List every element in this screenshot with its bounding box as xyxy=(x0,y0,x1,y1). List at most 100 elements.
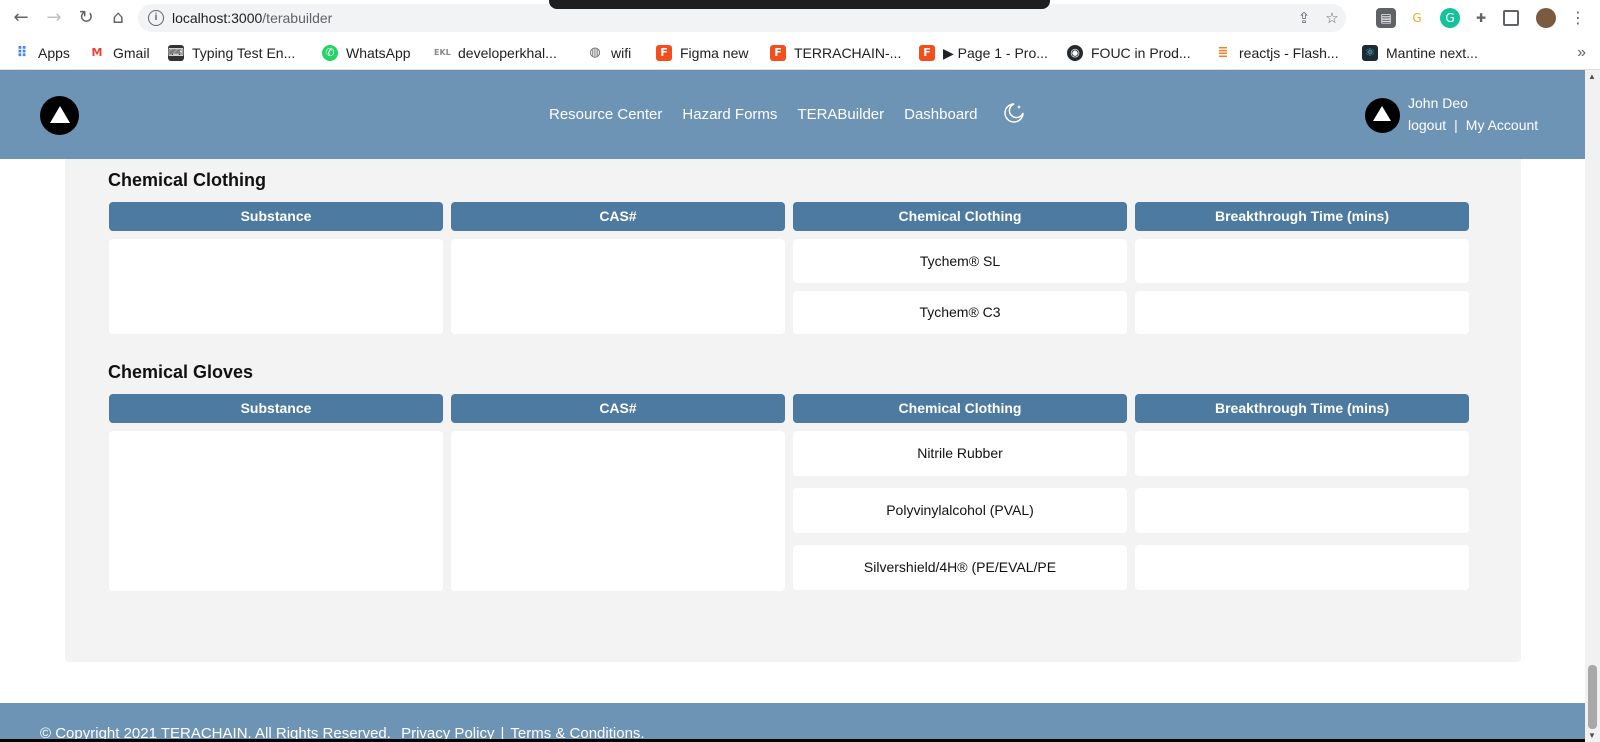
browser-toolbar: ← → ↻ ⌂ i localhost:3000/terabuilder ⇪ ☆… xyxy=(0,0,1600,36)
bookmark-figma-new[interactable]: F Figma new xyxy=(656,43,748,63)
bookmark-label: WhatsApp xyxy=(346,45,411,61)
logout-link[interactable]: logout xyxy=(1408,117,1446,133)
bookmark-star-icon[interactable]: ☆ xyxy=(1322,8,1342,28)
breakthrough-time-cell xyxy=(1135,545,1469,590)
user-avatar[interactable] xyxy=(1365,98,1400,133)
menu-kebab-icon[interactable]: ⋮ xyxy=(1568,8,1588,28)
globe-icon: ◍ xyxy=(589,45,601,60)
column-header-cas: CAS# xyxy=(451,394,785,423)
bookmark-label: Figma new xyxy=(680,45,749,61)
screen-notch xyxy=(549,0,1050,9)
bookmark-reactjs-flash[interactable]: ≣ reactjs - Flash... xyxy=(1215,43,1339,63)
apps-grid-icon: ⠿ xyxy=(16,45,28,61)
column-header-substance: Substance xyxy=(109,394,443,423)
scroll-thumb[interactable] xyxy=(1588,665,1597,729)
forward-arrow-icon[interactable]: → xyxy=(43,7,65,29)
extension-icon[interactable]: ▤ xyxy=(1376,8,1396,28)
column-header-cas: CAS# xyxy=(451,202,785,231)
user-links: logout | My Account xyxy=(1408,117,1538,133)
column-header-chemical-clothing: Chemical Clothing xyxy=(793,202,1127,231)
app-header: Resource Center Hazard Forms TERABuilder… xyxy=(0,70,1585,159)
material-cell: Silvershield/4H® (PE/EVAL/PE xyxy=(793,545,1127,590)
bookmark-terrachain[interactable]: F TERRACHAIN-... xyxy=(770,43,901,63)
figma-icon: F xyxy=(919,45,935,61)
puzzle-extensions-icon[interactable]: ✚ xyxy=(1471,8,1491,28)
main-nav: Resource Center Hazard Forms TERABuilder… xyxy=(549,106,978,123)
page-footer: © Copyright 2021 TERACHAIN. All Rights R… xyxy=(0,703,1585,742)
reload-icon[interactable]: ↻ xyxy=(75,7,97,29)
nav-resource-center[interactable]: Resource Center xyxy=(549,106,662,123)
material-cell: Tychem® C3 xyxy=(793,291,1127,334)
material-cell: Nitrile Rubber xyxy=(793,431,1127,476)
grammarly-icon[interactable]: G xyxy=(1440,8,1460,28)
stackoverflow-icon: ≣ xyxy=(1217,45,1229,60)
section-title-chemical-gloves: Chemical Gloves xyxy=(108,362,254,382)
breakthrough-time-cell xyxy=(1135,488,1469,533)
side-panel-icon[interactable] xyxy=(1503,10,1519,26)
bookmark-fouc[interactable]: ◉ FOUC in Prod... xyxy=(1067,43,1191,63)
cas-cell xyxy=(451,239,785,334)
home-icon[interactable]: ⌂ xyxy=(107,7,129,29)
scroll-up-arrow-icon[interactable]: ▲ xyxy=(1588,72,1596,81)
profile-avatar-icon[interactable] xyxy=(1536,8,1556,28)
nav-dashboard[interactable]: Dashboard xyxy=(904,106,977,123)
column-header-chemical-clothing: Chemical Clothing xyxy=(793,394,1127,423)
bookmark-gmail[interactable]: M Gmail xyxy=(89,43,150,63)
bookmark-page-1[interactable]: F ▶ Page 1 - Pro... xyxy=(919,43,1048,63)
scroll-down-arrow-icon[interactable]: ▼ xyxy=(1588,731,1596,740)
bookmark-mantine[interactable]: ⚛ Mantine next... xyxy=(1362,43,1478,63)
bookmark-label: Gmail xyxy=(113,45,150,61)
substance-cell xyxy=(109,239,443,334)
column-header-breakthrough-time: Breakthrough Time (mins) xyxy=(1135,394,1469,423)
bookmark-label: reactjs - Flash... xyxy=(1239,45,1339,61)
whatsapp-icon: ✆ xyxy=(322,45,338,61)
back-arrow-icon[interactable]: ← xyxy=(10,7,32,29)
grammarly-g-icon[interactable]: G xyxy=(1407,8,1427,28)
bookmark-label: developerkhal... xyxy=(458,45,557,61)
url-text[interactable]: localhost:3000/terabuilder xyxy=(172,10,332,26)
share-icon[interactable]: ⇪ xyxy=(1294,8,1314,28)
breakthrough-time-cell xyxy=(1135,239,1469,283)
cas-cell xyxy=(451,431,785,591)
bookmark-whatsapp[interactable]: ✆ WhatsApp xyxy=(322,43,411,63)
material-cell: Tychem® SL xyxy=(793,239,1127,283)
figma-icon: F xyxy=(770,45,786,61)
more-bookmarks-button[interactable]: » xyxy=(1577,44,1586,62)
bookmark-developerkhal[interactable]: EKL developerkhal... xyxy=(434,43,557,63)
column-header-breakthrough-time: Breakthrough Time (mins) xyxy=(1135,202,1469,231)
gmail-icon: M xyxy=(91,46,103,59)
breakthrough-time-cell xyxy=(1135,291,1469,334)
typing-test-icon: ⌨ xyxy=(168,45,184,61)
nav-terabuilder[interactable]: TERABuilder xyxy=(797,106,884,123)
ekhal-icon: EKL xyxy=(434,48,451,57)
dark-mode-moon-icon[interactable] xyxy=(1002,101,1026,125)
site-info-icon[interactable]: i xyxy=(148,10,164,26)
page-scrollbar[interactable]: ▲ ▼ xyxy=(1585,70,1600,742)
github-icon: ◉ xyxy=(1067,45,1083,61)
separator: | xyxy=(1454,117,1458,133)
breakthrough-time-cell xyxy=(1135,431,1469,476)
bookmark-label: Apps xyxy=(38,45,70,61)
material-cell: Polyvinylalcohol (PVAL) xyxy=(793,488,1127,533)
my-account-link[interactable]: My Account xyxy=(1466,117,1538,133)
bookmarks-bar: ⠿ Apps M Gmail ⌨ Typing Test En... ✆ WhatsAp… xyxy=(0,36,1600,70)
bookmark-label: wifi xyxy=(611,45,632,61)
bookmark-typing-test[interactable]: ⌨ Typing Test En... xyxy=(168,43,295,63)
url-path: /terabuilder xyxy=(262,10,333,26)
bookmark-label: ▶ Page 1 - Pro... xyxy=(943,44,1048,61)
substance-cell xyxy=(109,431,443,591)
figma-icon: F xyxy=(656,45,672,61)
user-name: John Deo xyxy=(1408,95,1468,111)
bookmark-wifi[interactable]: ◍ wifi xyxy=(587,43,631,63)
bookmark-label: Typing Test En... xyxy=(192,45,296,61)
column-header-substance: Substance xyxy=(109,202,443,231)
nav-hazard-forms[interactable]: Hazard Forms xyxy=(682,106,777,123)
bookmark-apps[interactable]: ⠿ Apps xyxy=(14,43,70,63)
react-icon: ⚛ xyxy=(1362,45,1378,61)
url-host: localhost:3000 xyxy=(172,10,263,26)
bookmark-label: Mantine next... xyxy=(1386,45,1478,61)
bookmark-label: TERRACHAIN-... xyxy=(794,45,902,61)
section-title-chemical-clothing: Chemical Clothing xyxy=(108,170,267,190)
bookmark-label: FOUC in Prod... xyxy=(1091,45,1191,61)
logo-icon[interactable] xyxy=(40,96,79,135)
